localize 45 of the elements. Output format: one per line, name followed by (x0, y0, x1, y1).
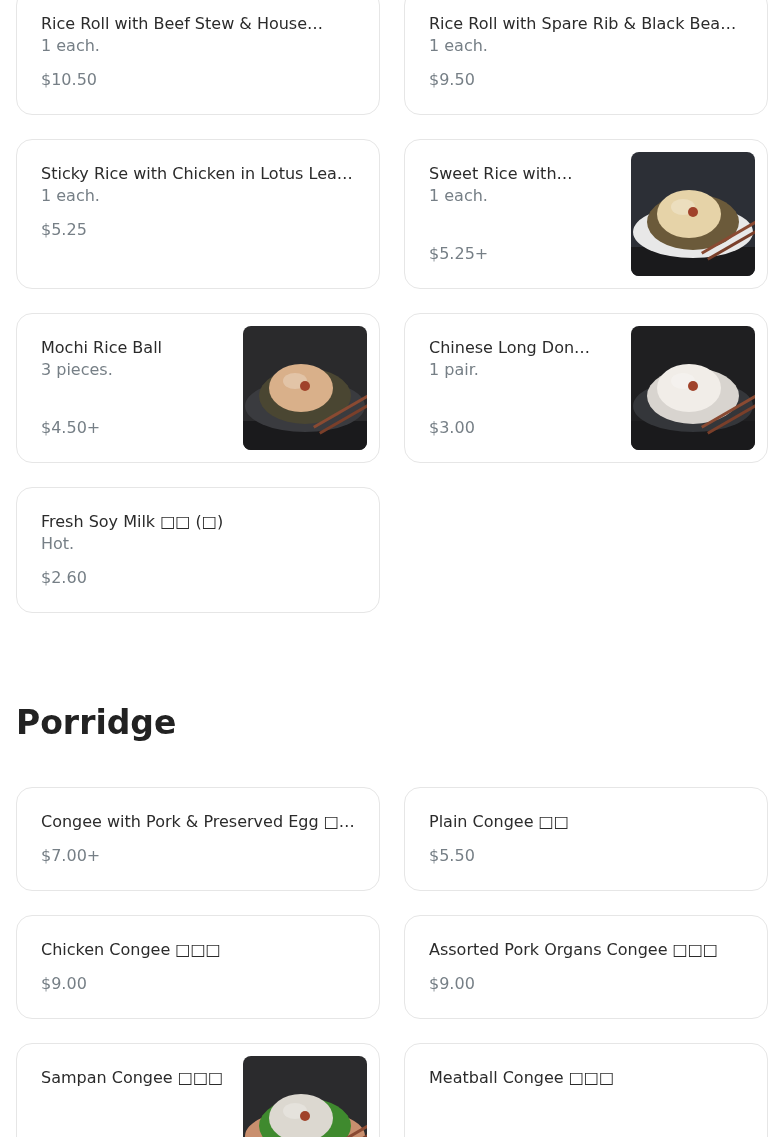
item-name: Rice Roll with Beef Stew & House… (41, 13, 323, 35)
menu-item-card[interactable]: Congee with Pork & Preserved Egg □… $7.00+ (16, 787, 380, 891)
menu-item-card[interactable]: Chicken Congee □□□ $9.00 (16, 915, 380, 1019)
item-name: Sampan Congee □□□ (41, 1067, 224, 1089)
item-description: 1 each. (429, 185, 488, 207)
menu-item-card[interactable]: Rice Roll with Beef Stew & House… 1 each. $10.50 (16, 0, 380, 115)
item-price: $9.00 (429, 973, 475, 995)
item-name: Congee with Pork & Preserved Egg □… (41, 811, 355, 833)
item-name: Plain Congee □□ (429, 811, 569, 833)
menu-item-card[interactable]: Chinese Long Don… 1 pair. $3.00 (404, 313, 768, 463)
menu-item-card[interactable]: Sticky Rice with Chicken in Lotus Lea… 1 each. $5.25 (16, 139, 380, 289)
item-name: Fresh Soy Milk □□ (□) (41, 511, 224, 533)
item-description: Hot. (41, 533, 75, 555)
item-description: 3 pieces. (41, 359, 113, 381)
item-name: Chicken Congee □□□ (41, 939, 221, 961)
item-name: Chinese Long Don… (429, 337, 591, 359)
item-description: 1 each. (41, 185, 100, 207)
item-price: $5.25 (41, 219, 87, 241)
item-name: Meatball Congee □□□ (429, 1067, 615, 1089)
item-name: Sticky Rice with Chicken in Lotus Lea… (41, 163, 353, 185)
item-name: Assorted Pork Organs Congee □□□ (429, 939, 718, 961)
menu-item-card[interactable]: Rice Roll with Spare Rib & Black Bea… 1 each. $9.50 (404, 0, 768, 115)
menu-item-card[interactable]: Fresh Soy Milk □□ (□) Hot. $2.60 (16, 487, 380, 613)
item-price: $4.50+ (41, 417, 101, 439)
item-price: $2.60 (41, 567, 87, 589)
item-name: Rice Roll with Spare Rib & Black Bea… (429, 13, 737, 35)
item-description: 1 pair. (429, 359, 479, 381)
menu-item-card[interactable]: Mochi Rice Ball 3 pieces. $4.50+ (16, 313, 380, 463)
menu-item-card[interactable]: Meatball Congee □□□ (404, 1043, 768, 1137)
item-price: $3.00 (429, 417, 475, 439)
item-description: 1 each. (429, 35, 488, 57)
item-price: $9.50 (429, 69, 475, 91)
item-price: $5.25+ (429, 243, 489, 265)
item-price: $9.00 (41, 973, 87, 995)
section-heading: Porridge (16, 703, 178, 743)
item-price: $5.50 (429, 845, 475, 867)
menu-item-card[interactable]: Sweet Rice with… 1 each. $5.25+ (404, 139, 768, 289)
item-price: $10.50 (41, 69, 97, 91)
item-name: Sweet Rice with… (429, 163, 573, 185)
item-price: $7.00+ (41, 845, 101, 867)
menu-item-card[interactable]: Plain Congee □□ $5.50 (404, 787, 768, 891)
menu-item-card[interactable]: Assorted Pork Organs Congee □□□ $9.00 (404, 915, 768, 1019)
item-description: 1 each. (41, 35, 100, 57)
menu-item-card[interactable]: Sampan Congee □□□ (16, 1043, 380, 1137)
item-name: Mochi Rice Ball (41, 337, 163, 359)
